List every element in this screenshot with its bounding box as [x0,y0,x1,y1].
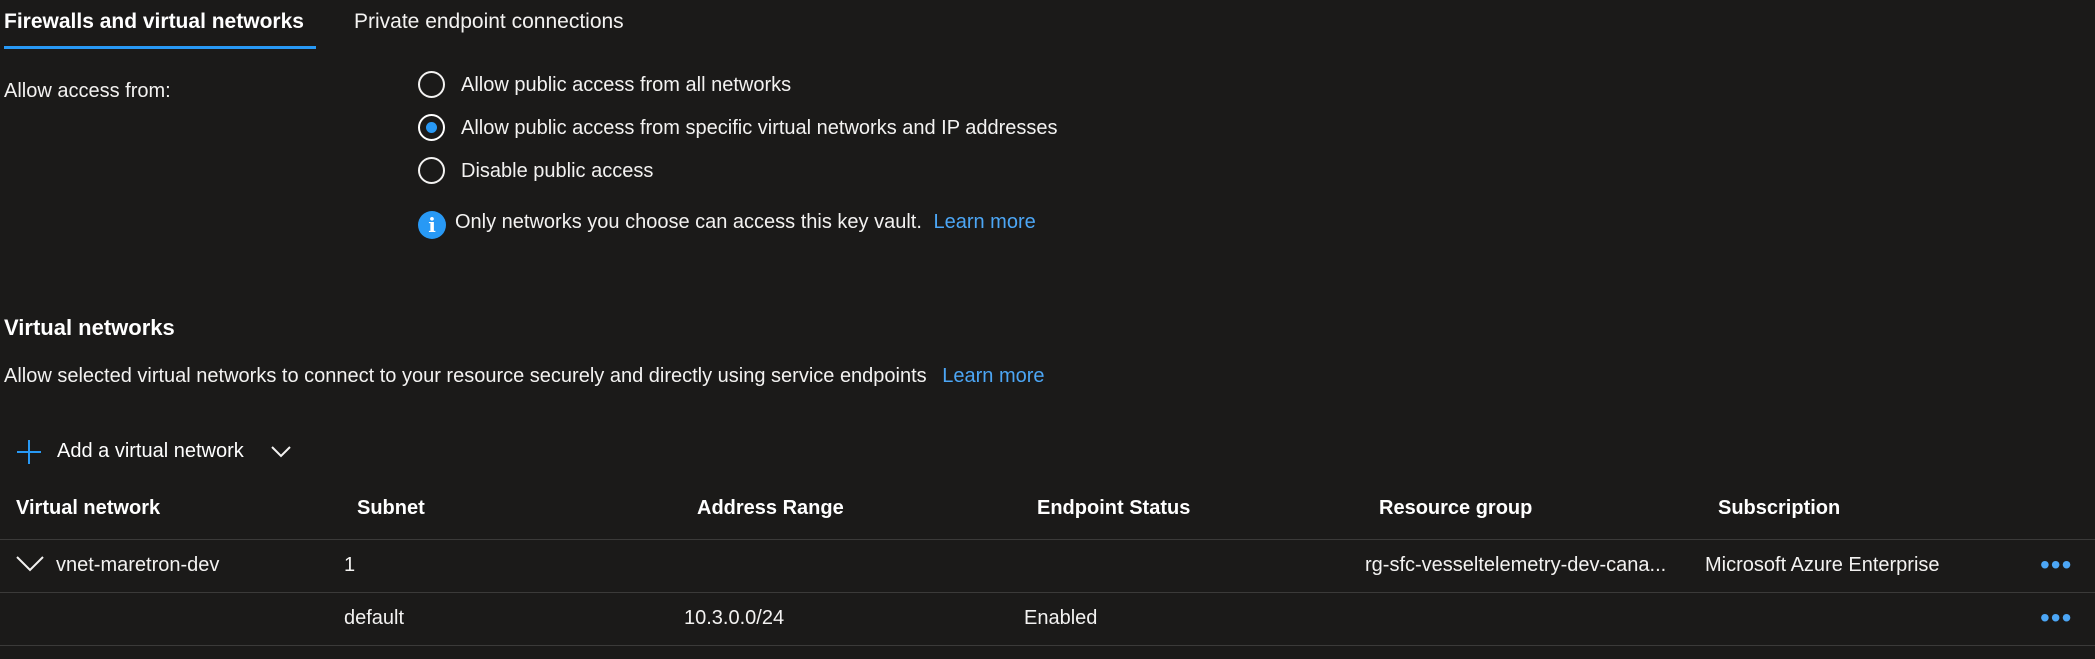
radio-all-networks[interactable] [418,71,445,98]
cell-subnet: default [344,607,405,629]
header-divider [0,539,2095,540]
tab-private-endpoint-connections[interactable]: Private endpoint connections [354,10,624,34]
cell-subscription: Microsoft Azure Enterprise [1705,554,1940,576]
tab-firewalls-and-virtual-networks[interactable]: Firewalls and virtual networks [4,10,304,34]
column-header-virtual-network[interactable]: Virtual network [16,497,160,520]
cell-address-range: 10.3.0.0/24 [684,607,785,629]
cell-subnet: 1 [344,554,356,576]
radio-label-all-networks[interactable]: Allow public access from all networks [461,74,791,97]
more-actions-icon[interactable]: ••• [2040,551,2072,579]
allow-access-label: Allow access from: [4,80,171,102]
radio-disable-public-access[interactable] [418,157,445,184]
chevron-down-icon[interactable] [16,555,44,573]
info-message: Only networks you choose can access this… [455,211,1036,234]
column-header-subnet[interactable]: Subnet [357,497,425,520]
radio-label-disable-public-access[interactable]: Disable public access [461,160,653,183]
info-text: Only networks you choose can access this… [455,211,922,233]
column-header-subscription[interactable]: Subscription [1718,497,1840,520]
virtual-networks-description: Allow selected virtual networks to conne… [4,365,1045,388]
radio-label-specific-networks[interactable]: Allow public access from specific virtua… [461,117,1058,140]
info-icon: i [418,211,446,239]
row-divider [0,645,2095,646]
plus-icon [16,439,42,465]
chevron-down-icon [271,445,291,459]
add-virtual-network-label: Add a virtual network [57,440,244,462]
description-text: Allow selected virtual networks to conne… [4,365,927,387]
column-header-address-range[interactable]: Address Range [697,497,844,520]
more-actions-icon[interactable]: ••• [2040,604,2072,632]
cell-resource-group: rg-sfc-vesseltelemetry-dev-cana... [1365,554,1667,576]
virtual-networks-title: Virtual networks [4,315,175,340]
row-divider [0,592,2095,593]
column-header-resource-group[interactable]: Resource group [1379,497,1532,520]
cell-endpoint-status: Enabled [1024,607,1098,629]
column-header-endpoint-status[interactable]: Endpoint Status [1037,497,1190,520]
description-learn-more-link[interactable]: Learn more [942,365,1044,387]
radio-specific-networks[interactable] [418,114,445,141]
cell-virtual-network: vnet-maretron-dev [56,554,220,576]
info-learn-more-link[interactable]: Learn more [933,211,1035,233]
active-tab-indicator [4,46,316,49]
